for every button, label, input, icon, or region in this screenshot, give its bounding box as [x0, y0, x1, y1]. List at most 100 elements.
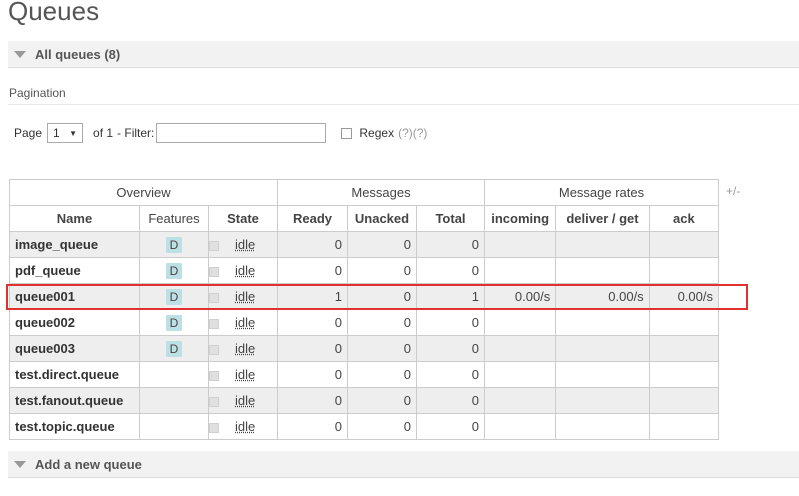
total-cell: 0 [416, 387, 485, 414]
table-row: image_queue D idle 0 0 0 [9, 231, 720, 258]
col-ack[interactable]: ack [648, 205, 720, 232]
table-row: queue003 D idle 0 0 0 [9, 335, 720, 362]
col-incoming[interactable]: incoming [483, 205, 557, 232]
total-cell: 0 [416, 257, 485, 284]
add-queue-label: Add a new queue [35, 456, 142, 472]
regex-help-link[interactable]: (?) [398, 126, 413, 140]
ack-cell [648, 387, 720, 414]
pagination-heading: Pagination [9, 86, 66, 100]
unacked-cell: 0 [347, 387, 417, 414]
state-cell: idle [208, 387, 278, 414]
ready-cell: 0 [277, 413, 348, 440]
chevron-down-icon: ▼ [69, 128, 78, 138]
incoming-cell [483, 413, 557, 440]
durable-badge: D [165, 288, 183, 305]
table-row: test.direct.queue idle 0 0 0 [9, 361, 720, 388]
queue-name-link[interactable]: queue002 [9, 309, 140, 336]
state-cell: idle [208, 231, 278, 258]
regex-help-link-2[interactable]: (?) [413, 126, 428, 140]
state-text: idle [235, 315, 256, 330]
collapse-triangle-icon[interactable] [14, 460, 26, 468]
state-text: idle [235, 289, 256, 304]
deliver-get-cell: 0.00/s [555, 283, 650, 310]
features-cell: D [139, 309, 209, 336]
state-indicator-icon [209, 396, 219, 407]
queue-name-link[interactable]: test.direct.queue [9, 361, 140, 388]
table-row: pdf_queue D idle 0 0 0 [9, 257, 720, 284]
durable-badge: D [165, 262, 183, 279]
total-cell: 0 [416, 361, 485, 388]
col-ready[interactable]: Ready [277, 205, 348, 232]
col-features[interactable]: Features [139, 205, 209, 232]
deliver-get-cell [555, 335, 650, 362]
deliver-get-cell [555, 361, 650, 388]
collapse-triangle-icon[interactable] [14, 50, 26, 58]
queue-name-link[interactable]: queue001 [9, 283, 140, 310]
col-deliver-get[interactable]: deliver / get [555, 205, 650, 232]
col-name[interactable]: Name [9, 205, 140, 232]
unacked-cell: 0 [347, 231, 417, 258]
deliver-get-cell [555, 413, 650, 440]
divider [8, 104, 799, 105]
deliver-get-cell [555, 309, 650, 336]
add-queue-section-header[interactable]: Add a new queue [8, 451, 799, 478]
state-indicator-icon [209, 318, 219, 329]
unacked-cell: 0 [347, 413, 417, 440]
col-unacked[interactable]: Unacked [347, 205, 417, 232]
page-select[interactable]: 1 ▼ [47, 123, 84, 143]
incoming-cell: 0.00/s [483, 283, 557, 310]
queue-name-link[interactable]: test.fanout.queue [9, 387, 140, 414]
table-row: queue002 D idle 0 0 0 [9, 309, 720, 336]
total-cell: 0 [416, 413, 485, 440]
column-toggle-link[interactable]: +/- [726, 184, 740, 198]
features-cell: D [139, 231, 209, 258]
state-text: idle [235, 367, 256, 382]
regex-checkbox[interactable] [341, 127, 353, 139]
pagination-controls: Page 1 ▼ of 1 - Filter: Regex (?) (?) [14, 122, 427, 144]
unacked-cell: 0 [347, 361, 417, 388]
unacked-cell: 0 [347, 283, 417, 310]
state-cell: idle [208, 361, 278, 388]
total-cell: 1 [416, 283, 485, 310]
ack-cell [648, 309, 720, 336]
state-cell: idle [208, 257, 278, 284]
state-cell: idle [208, 413, 278, 440]
incoming-cell [483, 231, 557, 258]
state-indicator-icon [209, 370, 219, 381]
deliver-get-cell [555, 387, 650, 414]
col-total[interactable]: Total [416, 205, 485, 232]
queue-name-link[interactable]: test.topic.queue [9, 413, 140, 440]
queue-name-link[interactable]: image_queue [9, 231, 140, 258]
features-cell: D [139, 335, 209, 362]
table-row: queue001 D idle 1 0 1 0.00/s 0.00/s 0.00… [9, 283, 720, 310]
table-row: test.fanout.queue idle 0 0 0 [9, 387, 720, 414]
total-cell: 0 [416, 231, 485, 258]
state-indicator-icon [209, 422, 219, 433]
features-cell [139, 413, 209, 440]
queues-table: Overview Messages Message rates Name Fea… [9, 179, 720, 440]
all-queues-section-header[interactable]: All queues (8) [8, 41, 799, 68]
ready-cell: 0 [277, 335, 348, 362]
state-text: idle [235, 419, 256, 434]
ack-cell [648, 361, 720, 388]
state-indicator-icon [209, 344, 219, 355]
state-text: idle [235, 393, 256, 408]
state-cell: idle [208, 283, 278, 310]
group-overview: Overview [9, 179, 278, 206]
page-select-value: 1 [53, 126, 60, 140]
incoming-cell [483, 335, 557, 362]
features-cell [139, 387, 209, 414]
filter-input[interactable] [156, 123, 327, 143]
unacked-cell: 0 [347, 335, 417, 362]
col-state[interactable]: State [208, 205, 278, 232]
ready-cell: 0 [277, 309, 348, 336]
state-text: idle [235, 341, 256, 356]
state-text: idle [235, 263, 256, 278]
ack-cell [648, 257, 720, 284]
page-label: Page [14, 126, 43, 140]
ack-cell [648, 335, 720, 362]
queue-name-link[interactable]: pdf_queue [9, 257, 140, 284]
filter-label: - Filter: [117, 126, 155, 140]
queue-name-link[interactable]: queue003 [9, 335, 140, 362]
deliver-get-cell [555, 257, 650, 284]
